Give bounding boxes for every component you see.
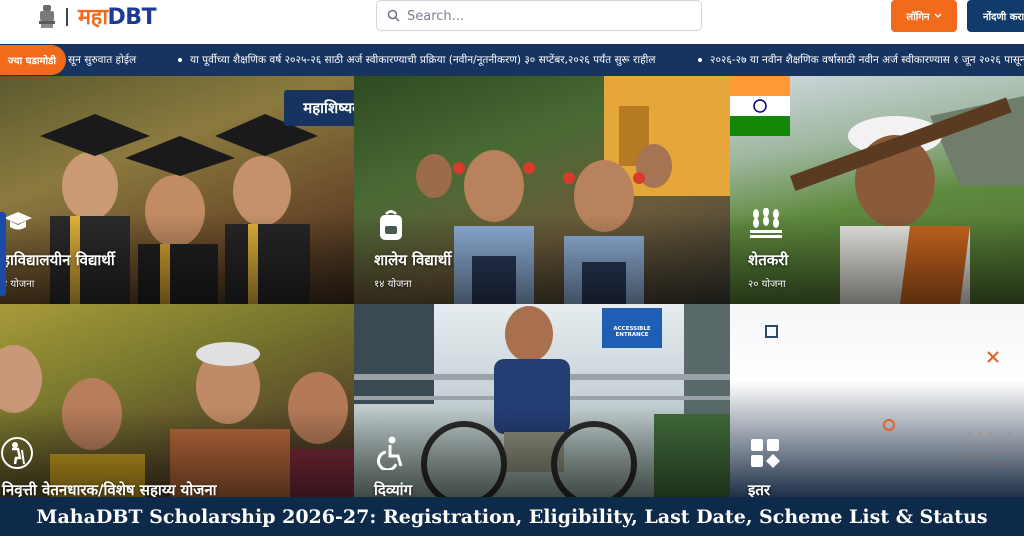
graduation-cap-icon bbox=[4, 212, 32, 230]
tile-divyang[interactable]: ACCESSIBLE ENTRANCE दिव्यांग bbox=[354, 304, 730, 497]
tile-school-students[interactable]: शालेय विद्यार्थी १४ योजना bbox=[354, 76, 730, 304]
header-divider bbox=[66, 8, 68, 26]
register-label: नोंदणी करा bbox=[983, 12, 1024, 23]
register-button[interactable]: नोंदणी करा bbox=[967, 0, 1024, 32]
elderly-icon bbox=[1, 437, 33, 469]
wheat-icon bbox=[750, 208, 782, 238]
logo-prefix: महा bbox=[78, 5, 108, 30]
tile-label: इतर bbox=[748, 481, 771, 497]
ticker-item-text: २०२६-२७ या नवीन शैक्षणिक वर्षासाठी नवीन … bbox=[710, 54, 1024, 66]
tile-label: दिव्यांग bbox=[374, 481, 413, 497]
bullet-icon bbox=[698, 58, 702, 62]
site-header: महाDBT लॉगिन नोंदणी करा bbox=[0, 0, 1024, 44]
accessibility-icon bbox=[377, 436, 403, 470]
bullet-icon bbox=[178, 58, 182, 62]
ticker-item-text: सून सुरुवात होईल bbox=[68, 54, 137, 66]
tile-label: शेतकरी bbox=[748, 251, 789, 269]
tile-farmers[interactable]: शेतकरी २० योजना bbox=[730, 76, 1024, 304]
ticker-badge: ज्या घडामोडी bbox=[0, 45, 66, 75]
ticker-item[interactable]: २०२६-२७ या नवीन शैक्षणिक वर्षासाठी नवीन … bbox=[698, 53, 1024, 67]
login-button[interactable]: लॉगिन bbox=[891, 0, 957, 32]
article-caption: MahaDBT Scholarship 2026-27: Registratio… bbox=[0, 497, 1024, 536]
login-label: लॉगिन bbox=[906, 12, 930, 23]
tile-label: हाविद्यालयीन विद्यार्थी bbox=[2, 251, 115, 269]
search-input[interactable] bbox=[407, 5, 687, 27]
tile-others[interactable]: इतर bbox=[730, 304, 1024, 497]
tile-count: १४ योजना bbox=[374, 279, 412, 290]
ticker-item[interactable]: सून सुरुवात होईल bbox=[68, 53, 136, 67]
tile-pensioners[interactable]: निवृत्ती वेतनधारक/विशेष सहाय्य योजना bbox=[0, 304, 354, 497]
school-bag-icon bbox=[380, 210, 402, 240]
tile-count: २० योजना bbox=[748, 279, 786, 290]
ticker-item-text: या पूर्वीच्या शैक्षणिक वर्ष २०२५-२६ साठी… bbox=[190, 54, 656, 66]
apps-grid-icon bbox=[751, 439, 780, 468]
ticker-item[interactable]: या पूर्वीच्या शैक्षणिक वर्ष २०२५-२६ साठी… bbox=[178, 53, 656, 67]
tile-label: शालेय विद्यार्थी bbox=[374, 251, 452, 269]
side-tab[interactable] bbox=[0, 212, 6, 296]
search-icon bbox=[387, 9, 400, 22]
search-box[interactable] bbox=[376, 0, 702, 31]
state-emblem-icon bbox=[39, 5, 55, 28]
accessible-entrance-sign: ACCESSIBLE ENTRANCE bbox=[613, 326, 651, 338]
news-ticker: ज्या घडामोडी सून सुरुवात होईल या पूर्वीच… bbox=[0, 44, 1024, 76]
mahadbt-logo[interactable]: महाDBT bbox=[78, 1, 157, 31]
logo-suffix: DBT bbox=[107, 5, 157, 30]
tile-label: निवृत्ती वेतनधारक/विशेष सहाय्य योजना bbox=[2, 481, 217, 497]
tile-count: ४ योजना bbox=[2, 279, 35, 290]
chevron-down-icon bbox=[934, 13, 942, 18]
